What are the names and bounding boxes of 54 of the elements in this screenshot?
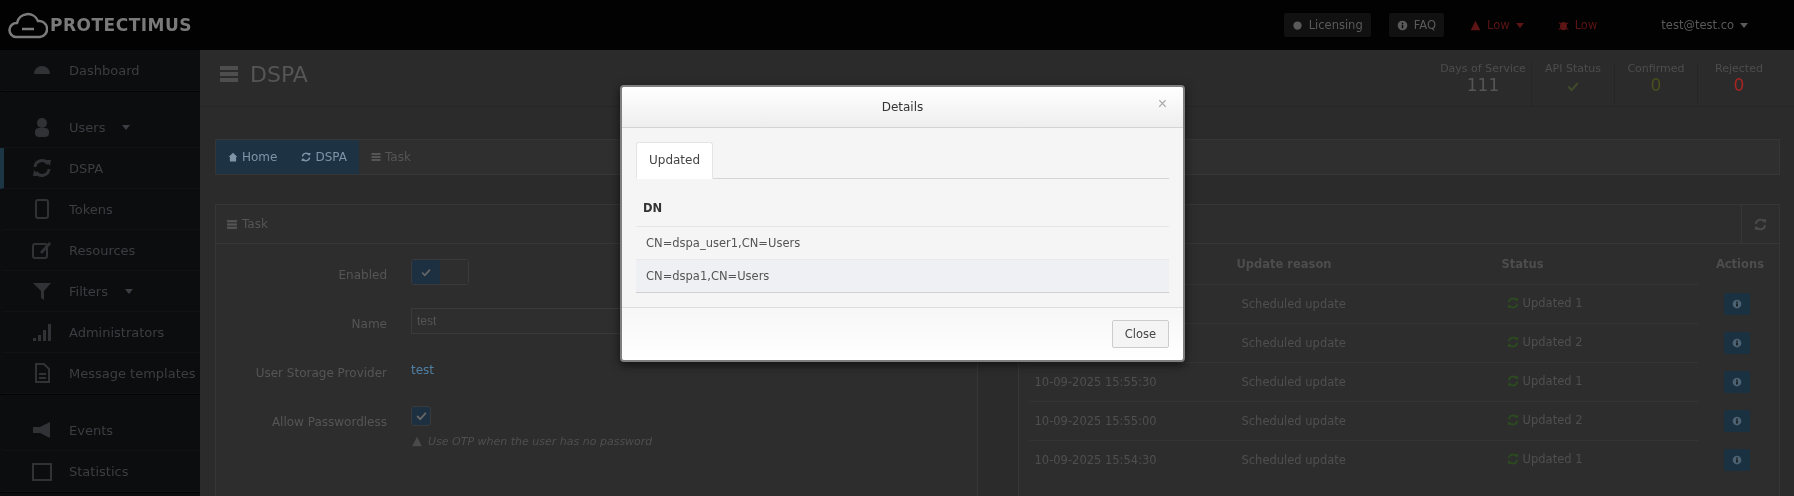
top-bar-item[interactable]: Licensing (1283, 13, 1371, 37)
filter-icon (32, 281, 52, 301)
signal-bars-icon (32, 322, 52, 342)
column-header: DN (636, 191, 1169, 227)
breadcrumb-link[interactable]: DSPA (289, 140, 359, 174)
refresh-icon (1506, 453, 1519, 465)
bug-icon (1557, 19, 1569, 31)
warning-icon (1470, 19, 1481, 31)
info-icon (1732, 416, 1742, 426)
refresh-icon (1754, 217, 1767, 231)
info-icon (1732, 299, 1742, 309)
info-icon (1732, 454, 1742, 465)
info-button[interactable] (1724, 448, 1750, 471)
refresh-icon (1506, 414, 1519, 426)
info-button[interactable] (1724, 293, 1750, 315)
enabled-toggle[interactable] (411, 259, 469, 285)
top-bar-item[interactable]: test@test.co (1653, 13, 1756, 37)
warning-icon (411, 436, 423, 447)
check-icon (415, 411, 427, 421)
info-icon (1732, 377, 1742, 387)
stat-value: 0 (1733, 75, 1745, 95)
info-button[interactable] (1724, 410, 1750, 432)
breadcrumb-link[interactable]: Home (216, 140, 290, 174)
list-icon (218, 64, 240, 84)
top-bar-item[interactable]: Low (1462, 13, 1532, 37)
close-button[interactable]: × (1153, 95, 1171, 113)
top-bar-item[interactable]: FAQ (1388, 13, 1444, 37)
refresh-icon (1506, 375, 1519, 387)
tab[interactable]: Updated (636, 142, 714, 179)
refresh-icon (32, 158, 52, 178)
cloud-logo-icon (8, 11, 48, 39)
info-icon (1732, 338, 1742, 348)
list-icon (226, 218, 238, 230)
user-icon (32, 117, 52, 137)
logo-text: PROTECTIMUS (50, 15, 193, 35)
refresh-icon (1506, 336, 1519, 348)
dialog-title: Details (881, 100, 924, 114)
table-cell: CN=dspa1,CN=Users (636, 260, 1169, 292)
megaphone-icon (32, 420, 52, 440)
info-button[interactable] (1724, 332, 1750, 354)
passwordless-checkbox[interactable] (411, 406, 431, 426)
tablet-icon (32, 199, 52, 219)
storage-provider-link[interactable]: test (411, 357, 435, 377)
info-icon (1396, 19, 1408, 31)
home-icon (228, 152, 238, 162)
refresh-icon (1506, 297, 1519, 309)
info-button[interactable] (1724, 371, 1750, 393)
top-bar-item[interactable]: Low (1549, 13, 1606, 37)
check-icon (421, 267, 431, 277)
refresh-icon (301, 152, 312, 162)
close-button[interactable]: Close (1111, 320, 1169, 348)
edit-icon (32, 240, 52, 260)
list-icon (371, 152, 381, 162)
document-icon (32, 363, 52, 383)
